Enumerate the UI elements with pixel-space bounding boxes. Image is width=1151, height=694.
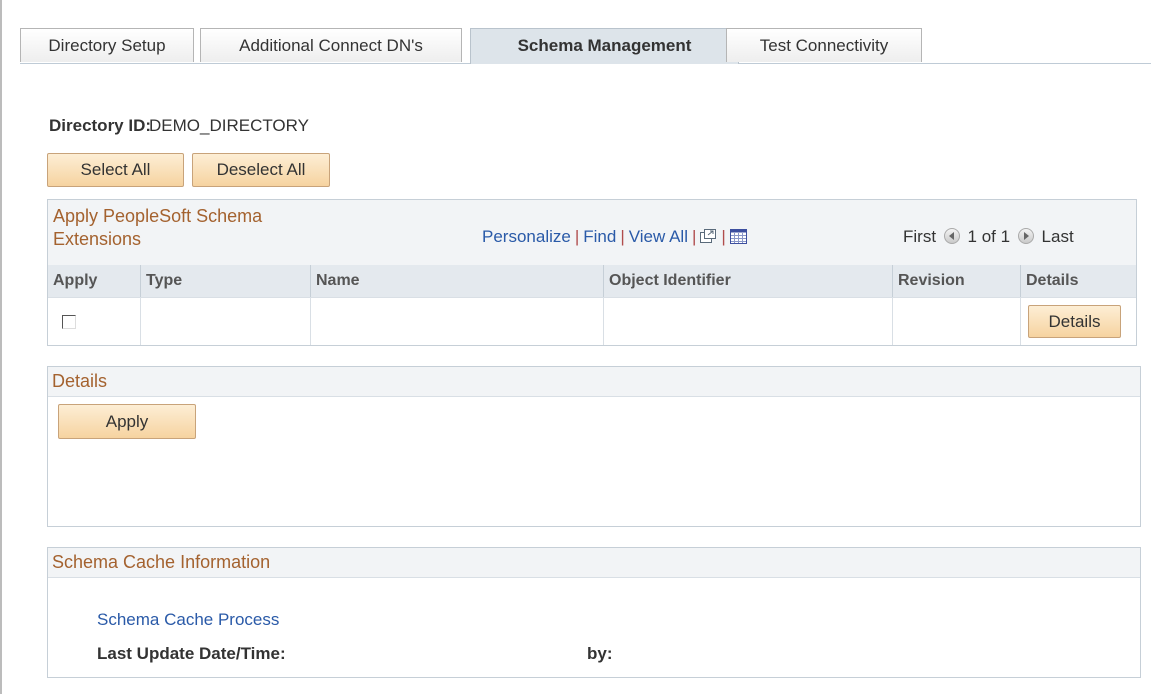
schema-cache-process-link[interactable]: Schema Cache Process	[97, 610, 279, 630]
schema-extensions-grid: Apply PeopleSoft Schema Extensions Perso…	[47, 199, 1137, 346]
apply-checkbox[interactable]	[62, 315, 76, 329]
view-all-link[interactable]: View All	[629, 227, 688, 246]
tab-additional-connect-dns[interactable]: Additional Connect DN's	[200, 28, 462, 62]
find-link[interactable]: Find	[583, 227, 616, 246]
details-section-title: Details	[48, 367, 1140, 397]
column-header-type: Type	[141, 265, 311, 297]
nav-separator: |	[574, 227, 580, 246]
schema-cache-section-title: Schema Cache Information	[48, 548, 1140, 578]
row-details-button[interactable]: Details	[1028, 305, 1121, 338]
grid-title: Apply PeopleSoft Schema Extensions	[53, 206, 263, 249]
column-header-revision: Revision	[893, 265, 1021, 297]
first-label: First	[903, 227, 937, 246]
revision-cell	[893, 297, 1021, 345]
directory-id-label: Directory ID:	[49, 116, 152, 135]
directory-id-value: DEMO_DIRECTORY	[149, 116, 309, 135]
object-identifier-cell	[604, 297, 893, 345]
by-label: by:	[587, 644, 613, 663]
next-row-icon[interactable]	[1017, 228, 1034, 244]
grid-navigation: Personalize | Find | View All | |	[482, 227, 747, 247]
select-all-button[interactable]: Select All	[47, 153, 184, 187]
tab-bar: Directory Setup Additional Connect DN's …	[20, 28, 1151, 64]
grid-pager: First 1 of 1 Last	[903, 227, 1074, 247]
tab-test-connectivity[interactable]: Test Connectivity	[726, 28, 922, 62]
page-left-border	[0, 0, 2, 694]
nav-separator: |	[721, 227, 726, 246]
nav-separator: |	[620, 227, 625, 246]
last-label: Last	[1041, 227, 1074, 246]
personalize-link[interactable]: Personalize	[482, 227, 571, 246]
column-header-details: Details	[1021, 265, 1136, 297]
previous-row-icon[interactable]	[943, 228, 960, 244]
column-header-name: Name	[311, 265, 604, 297]
column-header-object-identifier: Object Identifier	[604, 265, 893, 297]
schema-cache-section: Schema Cache Information Schema Cache Pr…	[47, 547, 1141, 678]
details-section: Details Apply	[47, 366, 1141, 527]
zoom-icon[interactable]	[700, 229, 717, 244]
row-range: 1 of 1	[967, 227, 1011, 246]
column-header-apply: Apply	[48, 265, 141, 297]
grid-header: Apply PeopleSoft Schema Extensions Perso…	[48, 200, 1136, 265]
grid-download-icon[interactable]	[729, 229, 747, 244]
nav-separator: |	[691, 227, 697, 246]
apply-button[interactable]: Apply	[58, 404, 196, 439]
tab-schema-management[interactable]: Schema Management	[470, 28, 739, 64]
type-cell	[141, 297, 311, 345]
name-cell	[311, 297, 604, 345]
last-update-label: Last Update Date/Time:	[97, 644, 286, 663]
deselect-all-button[interactable]: Deselect All	[192, 153, 330, 187]
tab-directory-setup[interactable]: Directory Setup	[20, 28, 194, 62]
